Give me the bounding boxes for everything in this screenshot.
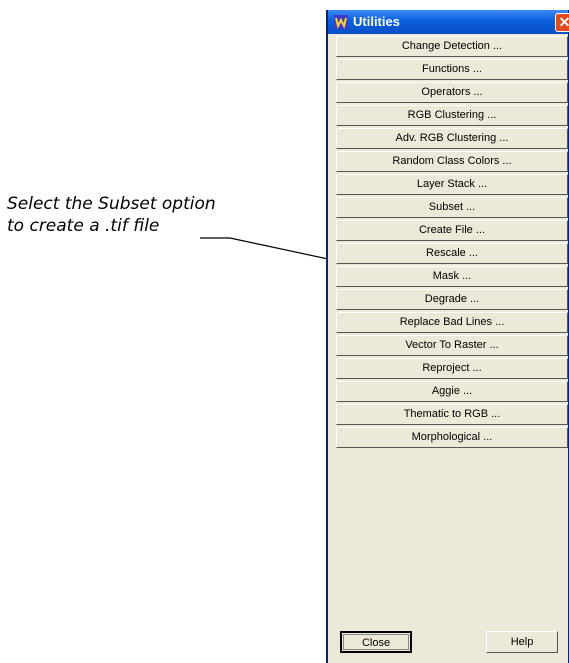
aggie-button[interactable]: Aggie ...: [336, 381, 568, 402]
thematic-to-rgb-button[interactable]: Thematic to RGB ...: [336, 404, 568, 425]
utility-button-list: Change Detection ... Functions ... Operato…: [336, 36, 568, 450]
window-title: Utilities: [353, 14, 400, 29]
vector-to-raster-button[interactable]: Vector To Raster ...: [336, 335, 568, 356]
replace-bad-lines-button[interactable]: Replace Bad Lines ...: [336, 312, 568, 333]
functions-button[interactable]: Functions ...: [336, 59, 568, 80]
title-bar[interactable]: Utilities ✕: [328, 10, 569, 34]
random-class-colors-button[interactable]: Random Class Colors ...: [336, 151, 568, 172]
reproject-button[interactable]: Reproject ...: [336, 358, 568, 379]
app-icon: [334, 15, 348, 29]
annotation-callout: Select the Subset option to create a .ti…: [7, 193, 216, 237]
rgb-clustering-button[interactable]: RGB Clustering ...: [336, 105, 568, 126]
create-file-button[interactable]: Create File ...: [336, 220, 568, 241]
operators-button[interactable]: Operators ...: [336, 82, 568, 103]
help-button[interactable]: Help: [486, 631, 558, 653]
annotation-line-2: to create a .tif file: [7, 216, 160, 236]
layer-stack-button[interactable]: Layer Stack ...: [336, 174, 568, 195]
change-detection-button[interactable]: Change Detection ...: [336, 36, 568, 57]
close-button[interactable]: Close: [340, 631, 412, 653]
close-icon[interactable]: ✕: [555, 13, 569, 32]
subset-button[interactable]: Subset ...: [336, 197, 568, 218]
utilities-window: Utilities ✕ Change Detection ... Function…: [326, 10, 569, 663]
annotation-line-1: Select the Subset option: [7, 194, 216, 214]
degrade-button[interactable]: Degrade ...: [336, 289, 568, 310]
mask-button[interactable]: Mask ...: [336, 266, 568, 287]
adv-rgb-clustering-button[interactable]: Adv. RGB Clustering ...: [336, 128, 568, 149]
rescale-button[interactable]: Rescale ...: [336, 243, 568, 264]
footer-buttons: Close Help: [336, 631, 568, 655]
morphological-button[interactable]: Morphological ...: [336, 427, 568, 448]
